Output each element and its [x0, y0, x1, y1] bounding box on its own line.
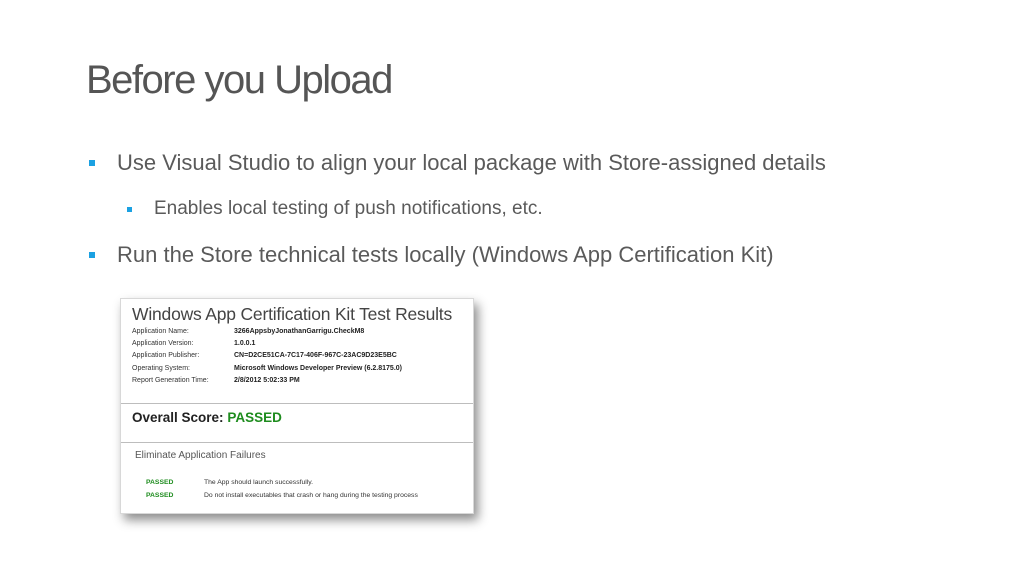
certification-report-screenshot: Windows App Certification Kit Test Resul… [120, 298, 474, 514]
overall-score: Overall Score: PASSED [132, 410, 282, 425]
meta-label: Operating System: [132, 364, 190, 372]
bullet-text: Enables local testing of push notificati… [154, 198, 543, 219]
bullet-text: Run the Store technical tests locally (W… [117, 242, 774, 267]
bullet-marker [89, 252, 95, 258]
bullet-item: Run the Store technical tests locally (W… [89, 242, 774, 268]
result-row: PASSED Do not install executables that c… [146, 490, 418, 503]
report-title: Windows App Certification Kit Test Resul… [132, 304, 453, 324]
result-status: PASSED [146, 479, 174, 486]
meta-value: 3266AppsbyJonathanGarrigu.CheckM8 [234, 328, 365, 335]
result-description: Do not install executables that crash or… [204, 491, 418, 499]
slide-title: Before you Upload [86, 58, 393, 102]
meta-value: 1.0.0.1 [234, 340, 256, 348]
meta-label: Application Name: [132, 328, 189, 335]
divider [121, 403, 473, 404]
results-list: PASSED The App should launch successfull… [146, 477, 418, 502]
meta-label: Application Version: [132, 340, 194, 348]
meta-label: Report Generation Time: [132, 376, 209, 384]
report-metadata: Application Name: 3266AppsbyJonathanGarr… [132, 326, 402, 387]
sub-bullet-item: Enables local testing of push notificati… [127, 198, 543, 220]
result-row: PASSED The App should launch successfull… [146, 477, 418, 490]
meta-value: 2/8/2012 5:02:33 PM [234, 376, 300, 384]
score-label: Overall Score: [132, 410, 224, 425]
bullet-marker [89, 160, 95, 166]
meta-row-application-version: Application Version: 1.0.0.1 [132, 338, 402, 350]
score-value: PASSED [227, 410, 282, 425]
meta-value: Microsoft Windows Developer Preview (6.2… [234, 364, 402, 372]
meta-row-report-time: Report Generation Time: 2/8/2012 5:02:33… [132, 375, 402, 387]
meta-label: Application Publisher: [132, 352, 200, 360]
bullet-item: Use Visual Studio to align your local pa… [89, 150, 826, 176]
meta-row-application-publisher: Application Publisher: CN=D2CE51CA-7C17-… [132, 350, 402, 362]
result-description: The App should launch successfully. [204, 479, 314, 486]
meta-row-application-name: Application Name: 3266AppsbyJonathanGarr… [132, 326, 402, 338]
meta-value: CN=D2CE51CA-7C17-406F-967C-23AC9D23E5BC [234, 352, 397, 360]
section-heading: Eliminate Application Failures [135, 450, 266, 461]
bullet-text: Use Visual Studio to align your local pa… [117, 150, 826, 175]
divider [121, 442, 473, 443]
bullet-marker [127, 206, 132, 212]
meta-row-operating-system: Operating System: Microsoft Windows Deve… [132, 363, 402, 375]
result-status: PASSED [146, 491, 174, 499]
